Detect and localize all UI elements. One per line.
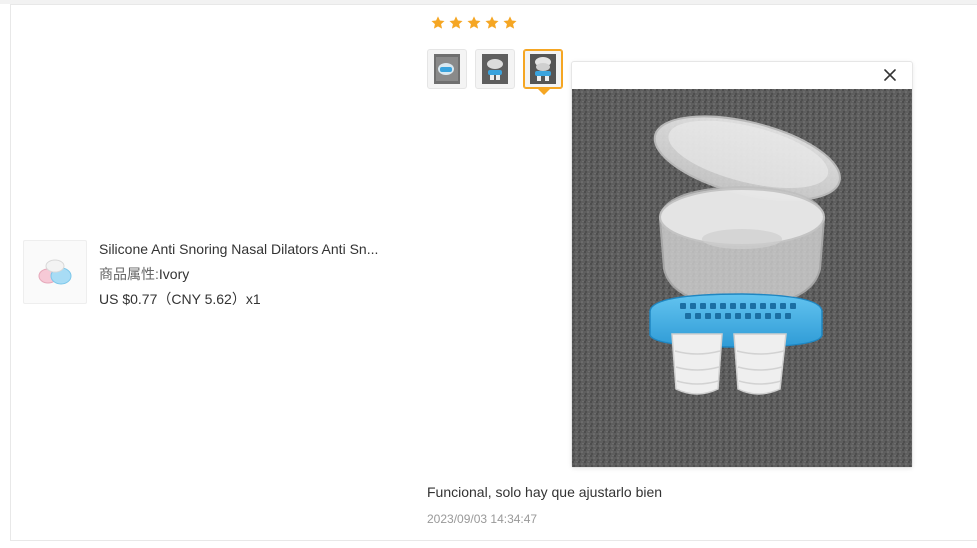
product-price: US $0.77（CNY 5.62）x1: [99, 291, 261, 307]
star-icon: [467, 16, 481, 29]
photo-viewer: [571, 61, 913, 468]
star-icon: [431, 16, 445, 29]
product-attribute-label: 商品属性:: [99, 266, 159, 282]
photo-thumb-2[interactable]: [475, 49, 515, 89]
star-icon: [485, 16, 499, 29]
star-icon: [503, 16, 517, 29]
review-photo-large[interactable]: [572, 89, 912, 467]
review-photos: [427, 49, 563, 95]
star-icon: [449, 16, 463, 29]
product-title[interactable]: Silicone Anti Snoring Nasal Dilators Ant…: [99, 239, 399, 259]
photo-thumb-1[interactable]: [427, 49, 467, 89]
product-attribute: 商品属性:Ivory: [99, 264, 399, 284]
close-icon[interactable]: [882, 67, 898, 83]
photo-thumb-3[interactable]: [523, 49, 563, 95]
product-thumbnail[interactable]: [23, 240, 87, 304]
review-comment: Funcional, solo hay que ajustarlo bien: [427, 484, 663, 500]
star-rating: [430, 15, 518, 31]
product-attribute-value: Ivory: [158, 266, 190, 282]
review-date: 2023/09/03 14:34:47: [427, 512, 538, 526]
